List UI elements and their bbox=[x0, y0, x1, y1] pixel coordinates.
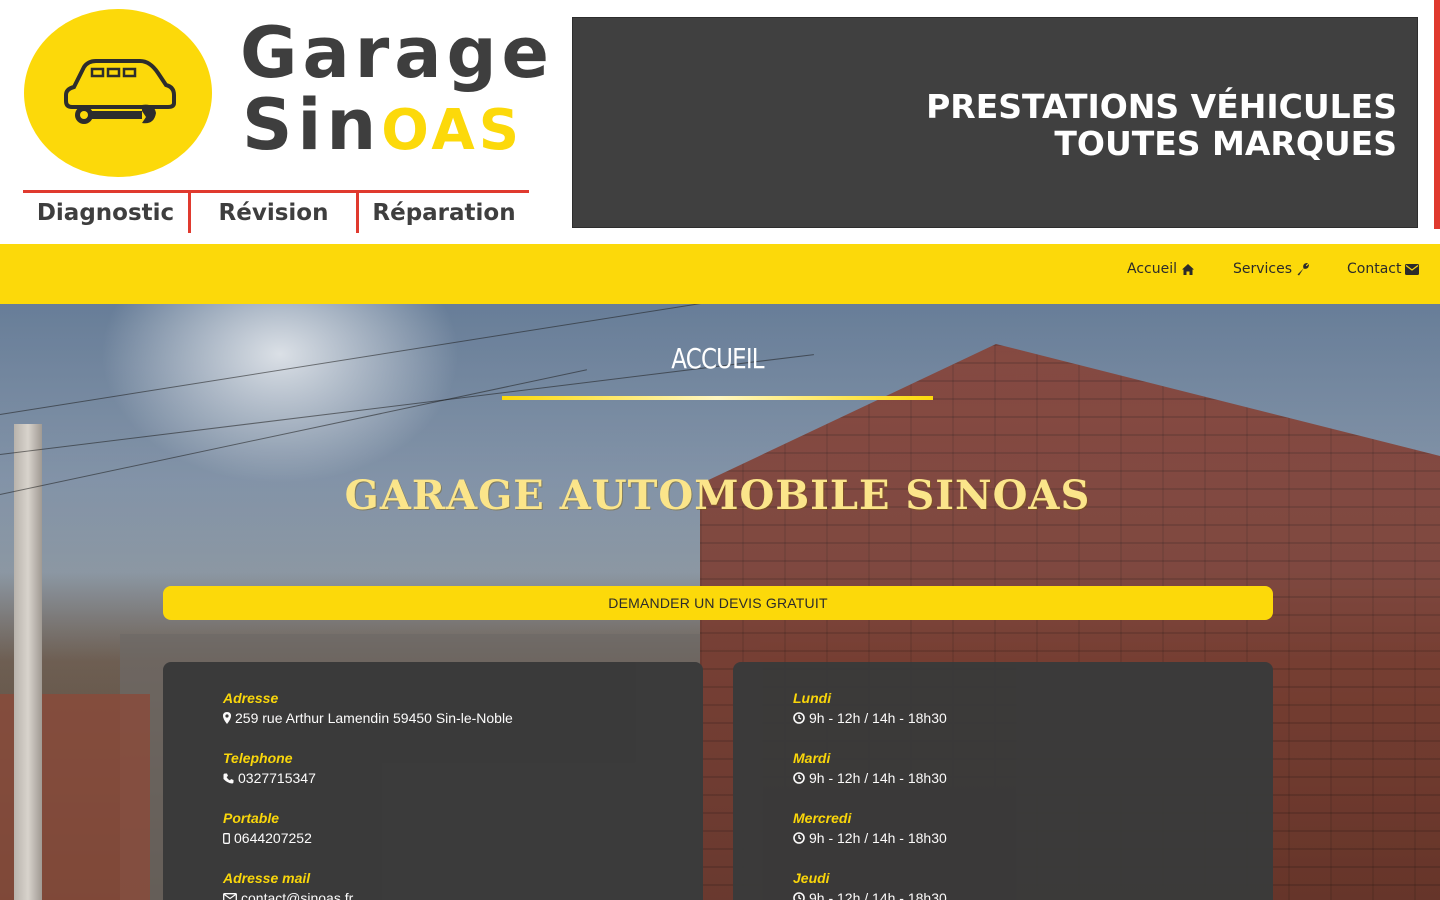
hours-tuesday: Mardi 9h - 12h / 14h - 18h30 bbox=[793, 748, 947, 788]
clock-icon bbox=[793, 832, 805, 844]
logo-word-sin: Sin bbox=[242, 84, 382, 166]
hours-thursday: Jeudi 9h - 12h / 14h - 18h30 bbox=[793, 868, 947, 900]
contact-address: Adresse 259 rue Arthur Lamendin 59450 Si… bbox=[223, 688, 513, 728]
hours-day-label: Mercredi bbox=[793, 810, 852, 826]
hero-section: ACCUEIL GARAGE AUTOMOBILE SINOAS DEMANDE… bbox=[0, 304, 1440, 900]
clock-icon bbox=[793, 772, 805, 784]
site-logo[interactable]: Garage SinOAS Diagnostic Révision Répara… bbox=[20, 8, 549, 234]
logo-tags: Diagnostic Révision Réparation bbox=[23, 193, 529, 233]
hours-day-label: Lundi bbox=[793, 690, 832, 706]
site-header: Garage SinOAS Diagnostic Révision Répara… bbox=[0, 0, 1440, 244]
phone-icon bbox=[223, 773, 234, 783]
hours-value-row: 9h - 12h / 14h - 18h30 bbox=[793, 708, 947, 728]
hours-day-label: Mardi bbox=[793, 750, 831, 766]
banner-line-2: TOUTES MARQUES bbox=[1054, 124, 1397, 163]
wrench-icon bbox=[1297, 263, 1310, 276]
contact-phone-value[interactable]: 0327715347 bbox=[238, 768, 316, 788]
hours-value-row: 9h - 12h / 14h - 18h30 bbox=[793, 828, 947, 848]
hours-wednesday: Mercredi 9h - 12h / 14h - 18h30 bbox=[793, 808, 947, 848]
contact-phone: Telephone 0327715347 bbox=[223, 748, 316, 788]
hero-heading: GARAGE AUTOMOBILE SINOAS bbox=[344, 472, 1091, 519]
logo-tag-reparation: Réparation bbox=[372, 200, 516, 226]
red-edge-stripe bbox=[1434, 0, 1440, 229]
logo-circle bbox=[24, 9, 212, 177]
main-nav: Accueil Services Contact bbox=[0, 244, 1440, 304]
contact-mobile-label: Portable bbox=[223, 810, 280, 826]
nav-item-contact[interactable]: Contact bbox=[1347, 261, 1420, 277]
envelope-icon bbox=[1405, 263, 1420, 275]
logo-tag-revision: Révision bbox=[191, 193, 359, 233]
envelope-icon bbox=[223, 893, 237, 900]
nav-label-contact: Contact bbox=[1347, 261, 1402, 277]
logo-word-garage: Garage bbox=[240, 12, 555, 94]
page-title: ACCUEIL bbox=[671, 342, 764, 375]
home-icon bbox=[1182, 263, 1194, 275]
hours-day-label: Jeudi bbox=[793, 870, 830, 886]
logo-word-oas: OAS bbox=[381, 98, 524, 163]
hours-panel: Lundi 9h - 12h / 14h - 18h30 Mardi 9h - … bbox=[733, 662, 1273, 900]
banner-text: PRESTATIONS VÉHICULES TOUTES MARQUES bbox=[926, 88, 1397, 162]
nav-item-accueil[interactable]: Accueil bbox=[1127, 261, 1195, 277]
title-underline bbox=[502, 396, 933, 400]
map-marker-icon bbox=[223, 712, 231, 724]
hours-monday: Lundi 9h - 12h / 14h - 18h30 bbox=[793, 688, 947, 728]
hours-value: 9h - 12h / 14h - 18h30 bbox=[809, 890, 947, 900]
contact-address-value: 259 rue Arthur Lamendin 59450 Sin-le-Nob… bbox=[235, 710, 513, 726]
request-quote-button[interactable]: DEMANDER UN DEVIS GRATUIT bbox=[163, 586, 1273, 620]
nav-label-services: Services bbox=[1233, 261, 1293, 277]
contact-email-value-row: contact@sinoas.fr bbox=[223, 888, 353, 900]
car-wrench-icon bbox=[64, 59, 176, 124]
mobile-icon bbox=[223, 832, 230, 844]
contact-phone-label: Telephone bbox=[223, 750, 293, 766]
hours-value-row: 9h - 12h / 14h - 18h30 bbox=[793, 888, 947, 900]
hours-value: 9h - 12h / 14h - 18h30 bbox=[809, 830, 947, 846]
clock-icon bbox=[793, 712, 805, 724]
nav-label-accueil: Accueil bbox=[1127, 261, 1177, 277]
clock-icon bbox=[793, 892, 805, 900]
contact-phone-value-row: 0327715347 bbox=[223, 768, 316, 788]
contact-mobile-value-row: 0644207252 bbox=[223, 828, 312, 848]
contact-mobile: Portable 0644207252 bbox=[223, 808, 312, 848]
nav-item-services[interactable]: Services bbox=[1233, 261, 1310, 277]
header-banner: PRESTATIONS VÉHICULES TOUTES MARQUES bbox=[572, 17, 1418, 228]
hours-value-row: 9h - 12h / 14h - 18h30 bbox=[793, 768, 947, 788]
contact-email-value[interactable]: contact@sinoas.fr bbox=[241, 888, 353, 900]
contact-email: Adresse mail contact@sinoas.fr bbox=[223, 868, 353, 900]
contact-mobile-value[interactable]: 0644207252 bbox=[234, 828, 312, 848]
hero-bg-glow bbox=[100, 304, 460, 484]
logo-word-sinoas: SinOAS bbox=[242, 90, 523, 160]
hours-value: 9h - 12h / 14h - 18h30 bbox=[809, 770, 947, 786]
contact-address-label: Adresse bbox=[223, 690, 279, 706]
contact-panel: Adresse 259 rue Arthur Lamendin 59450 Si… bbox=[163, 662, 703, 900]
hours-value: 9h - 12h / 14h - 18h30 bbox=[809, 710, 947, 726]
banner-line-1: PRESTATIONS VÉHICULES bbox=[926, 87, 1397, 126]
contact-email-label: Adresse mail bbox=[223, 870, 311, 886]
contact-address-value-row: 259 rue Arthur Lamendin 59450 Sin-le-Nob… bbox=[223, 708, 513, 728]
logo-tag-diagnostic: Diagnostic bbox=[23, 193, 191, 233]
